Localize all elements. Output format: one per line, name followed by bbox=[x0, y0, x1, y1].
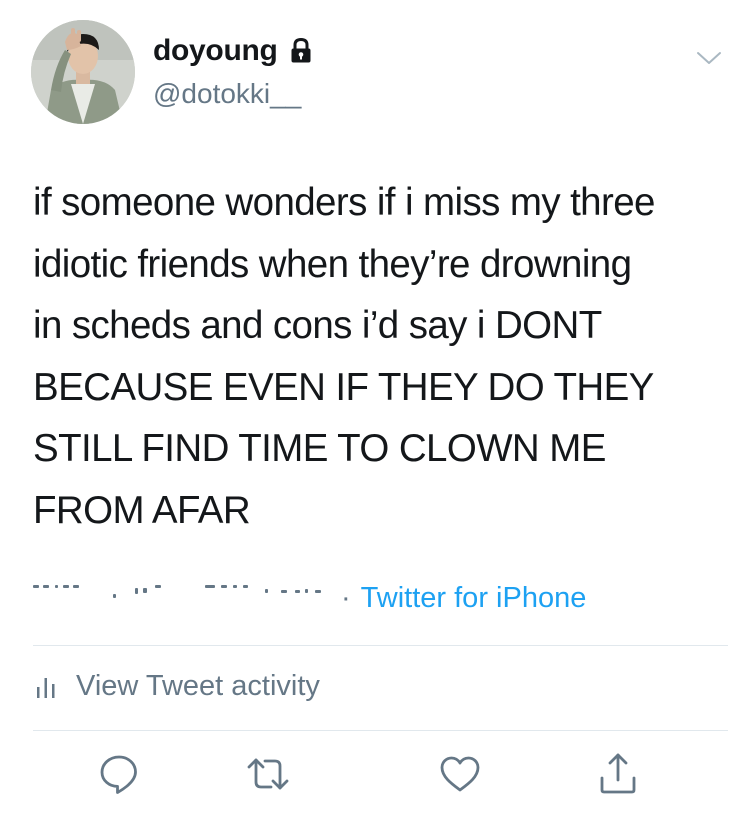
tweet-action-bar bbox=[0, 752, 750, 802]
display-name[interactable]: doyoung bbox=[153, 34, 278, 68]
heart-icon[interactable] bbox=[438, 752, 482, 796]
user-name-row[interactable]: doyoung bbox=[153, 34, 312, 68]
tweet-source-link[interactable]: Twitter for iPhone bbox=[361, 582, 587, 615]
lock-icon bbox=[290, 37, 312, 64]
user-handle[interactable]: @dotokki__ bbox=[153, 78, 301, 110]
avatar-photo bbox=[31, 20, 135, 124]
divider bbox=[33, 645, 728, 646]
retweet-icon[interactable] bbox=[246, 752, 290, 796]
chevron-down-icon[interactable] bbox=[696, 50, 722, 66]
view-tweet-activity-button[interactable]: View Tweet activity bbox=[36, 670, 320, 703]
tweet-meta: · Twitter for iPhone bbox=[33, 580, 586, 616]
divider bbox=[33, 730, 728, 731]
tweet-text: if someone wonders if i miss my three id… bbox=[33, 181, 655, 532]
share-icon[interactable] bbox=[596, 752, 640, 796]
meta-separator: · bbox=[341, 581, 351, 614]
redacted-timestamp bbox=[33, 580, 339, 616]
reply-icon[interactable] bbox=[97, 752, 141, 796]
avatar[interactable] bbox=[31, 20, 135, 124]
bar-chart-icon bbox=[36, 675, 56, 699]
view-tweet-activity-label: View Tweet activity bbox=[76, 670, 320, 702]
